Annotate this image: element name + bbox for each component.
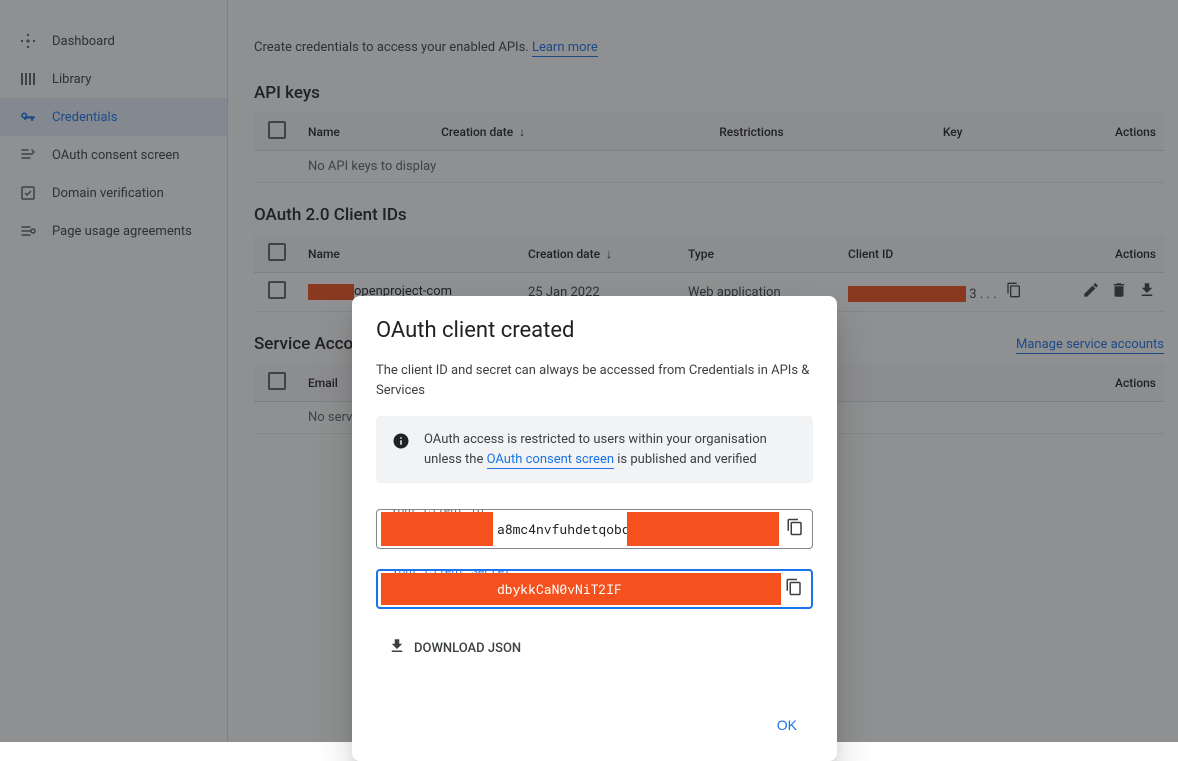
- download-json-button[interactable]: DOWNLOAD JSON: [376, 629, 813, 665]
- copy-icon[interactable]: [785, 578, 803, 600]
- client-secret-field[interactable]: Your Client Secret dbykkCaN0vNiT2IF: [376, 569, 813, 609]
- oauth-consent-link[interactable]: OAuth consent screen: [487, 452, 614, 469]
- client-id-value: a8mc4nvfuhdetqobqo: [497, 520, 637, 538]
- redacted: [627, 512, 779, 546]
- download-json-label: DOWNLOAD JSON: [414, 641, 521, 656]
- dialog-title: OAuth client created: [376, 318, 813, 343]
- info-text-post: is published and verified: [614, 452, 757, 467]
- info-box: OAuth access is restricted to users with…: [376, 416, 813, 483]
- oauth-created-dialog: OAuth client created The client ID and s…: [352, 296, 837, 761]
- dialog-description: The client ID and secret can always be a…: [376, 361, 813, 400]
- dialog-actions: OK: [376, 705, 813, 749]
- info-icon: [392, 432, 410, 457]
- ok-button[interactable]: OK: [765, 709, 809, 741]
- client-secret-value: dbykkCaN0vNiT2IF: [497, 580, 622, 598]
- copy-icon[interactable]: [786, 518, 804, 540]
- client-id-field[interactable]: Your Client ID a8mc4nvfuhdetqobqo: [376, 509, 813, 549]
- download-icon: [388, 637, 406, 659]
- redacted: [381, 512, 493, 546]
